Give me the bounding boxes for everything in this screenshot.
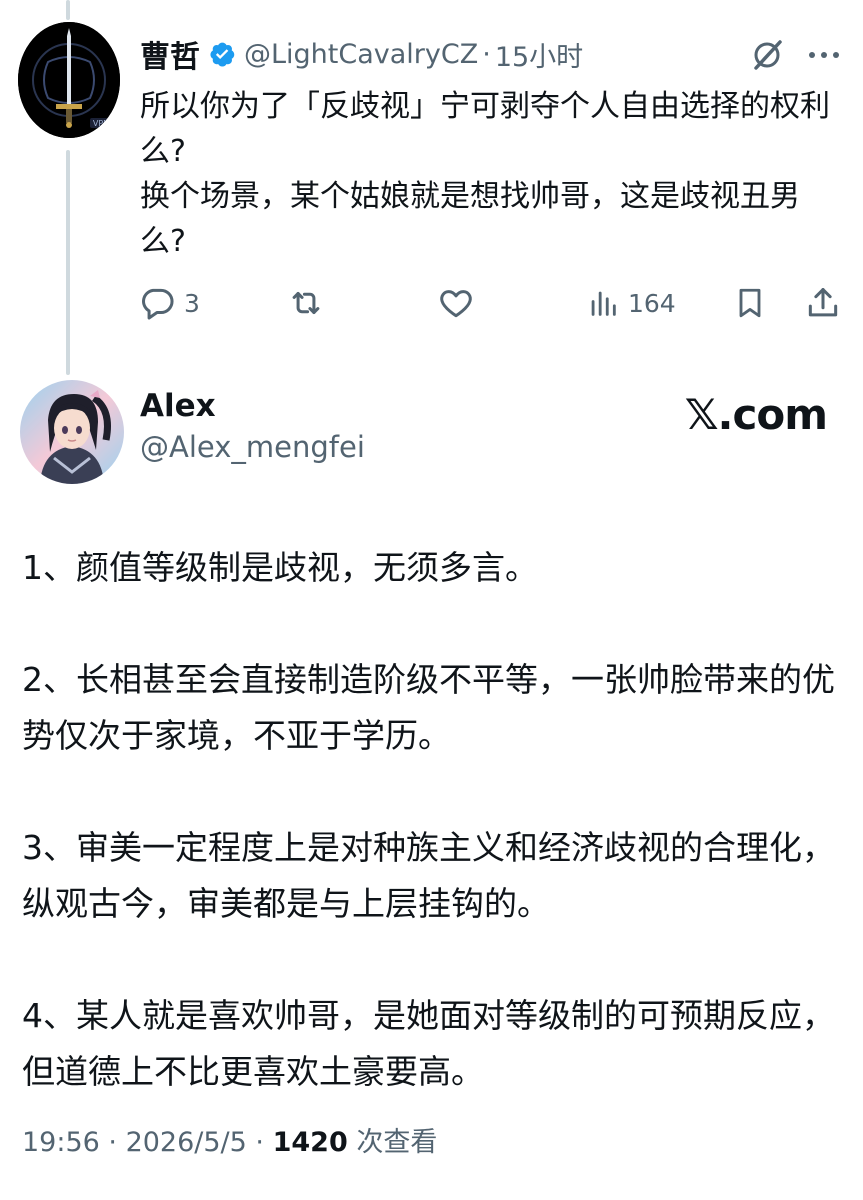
- views-icon: [591, 291, 616, 316]
- tweet2-paragraph: 4、某人就是喜欢帅哥，是她面对等级制的可预期反应，但道德上不比更喜欢土豪要高。: [22, 996, 835, 1091]
- x-com-logo: 𝕏.com: [684, 390, 828, 439]
- tweet1-author-name[interactable]: 曹哲: [140, 32, 200, 76]
- tweet2-paragraph: 2、长相甚至会直接制造阶级不平等，一张帅脸带来的优势仅次于家境，不亚于学历。: [22, 660, 835, 755]
- tweet1-handle[interactable]: @LightCavalryCZ: [244, 39, 478, 70]
- bookmark-button[interactable]: [732, 284, 768, 322]
- verified-badge-icon: [208, 40, 236, 68]
- reply-button[interactable]: 3: [138, 284, 200, 322]
- bookmark-icon: [739, 288, 761, 318]
- tweet1-time[interactable]: 15小时: [495, 35, 583, 74]
- avatar-lightcavalrycz[interactable]: VPN: [18, 22, 120, 138]
- retweet-button[interactable]: [286, 284, 326, 322]
- tweet1-header: 曹哲 @LightCavalryCZ · 15小时: [140, 32, 583, 76]
- tweet1-text: 所以你为了「反歧视」宁可剥夺个人自由选择的权利么? 换个场景，某个姑娘就是想找帅…: [140, 84, 840, 264]
- like-button[interactable]: [436, 284, 476, 322]
- tweet2-paragraph: 3、审美一定程度上是对种族主义和经济歧视的合理化，纵观古今，审美都是与上层挂钩的…: [22, 828, 835, 923]
- more-icon[interactable]: [806, 40, 842, 74]
- tweet1-separator: ·: [482, 38, 491, 70]
- footer-separator: ·: [246, 1127, 273, 1158]
- thread-line: [66, 150, 70, 375]
- thread-line-top: [66, 0, 70, 20]
- tweet2-paragraph: 1、颜值等级制是歧视，无须多言。: [22, 548, 538, 587]
- views-button[interactable]: 164: [586, 284, 676, 322]
- grok-icon[interactable]: [748, 36, 786, 78]
- avatar-badge-text: VPN: [93, 119, 109, 128]
- tweet2-text: 1、颜值等级制是歧视，无须多言。 2、长相甚至会直接制造阶级不平等，一张帅脸带来…: [22, 540, 842, 1156]
- post-time[interactable]: 19:56: [22, 1127, 100, 1158]
- share-button[interactable]: [804, 284, 842, 322]
- tweet1-line: 换个场景，某个姑娘就是想找帅哥，这是歧视丑男么?: [140, 179, 800, 259]
- views-count: 164: [628, 288, 676, 318]
- retweet-icon: [292, 291, 320, 315]
- post-date[interactable]: 2026/5/5: [126, 1127, 247, 1158]
- view-count: 1420: [272, 1127, 348, 1158]
- avatar-alex[interactable]: [20, 380, 124, 484]
- view-count-label: 次查看: [347, 1127, 438, 1158]
- tweet2-handle[interactable]: @Alex_mengfei: [140, 430, 365, 464]
- reply-count: 3: [184, 288, 200, 318]
- tweet2-author-name[interactable]: Alex: [140, 388, 216, 424]
- footer-separator: ·: [99, 1127, 126, 1158]
- tweet1-action-bar: 3 164: [0, 284, 863, 328]
- share-icon: [808, 288, 838, 317]
- tweet1-line: 所以你为了「反歧视」宁可剥夺个人自由选择的权利么?: [140, 89, 830, 169]
- reply-icon: [142, 288, 174, 320]
- tweet2-footer: 19:56 · 2026/5/5 · 1420 次查看: [22, 1120, 437, 1159]
- like-icon: [440, 290, 472, 318]
